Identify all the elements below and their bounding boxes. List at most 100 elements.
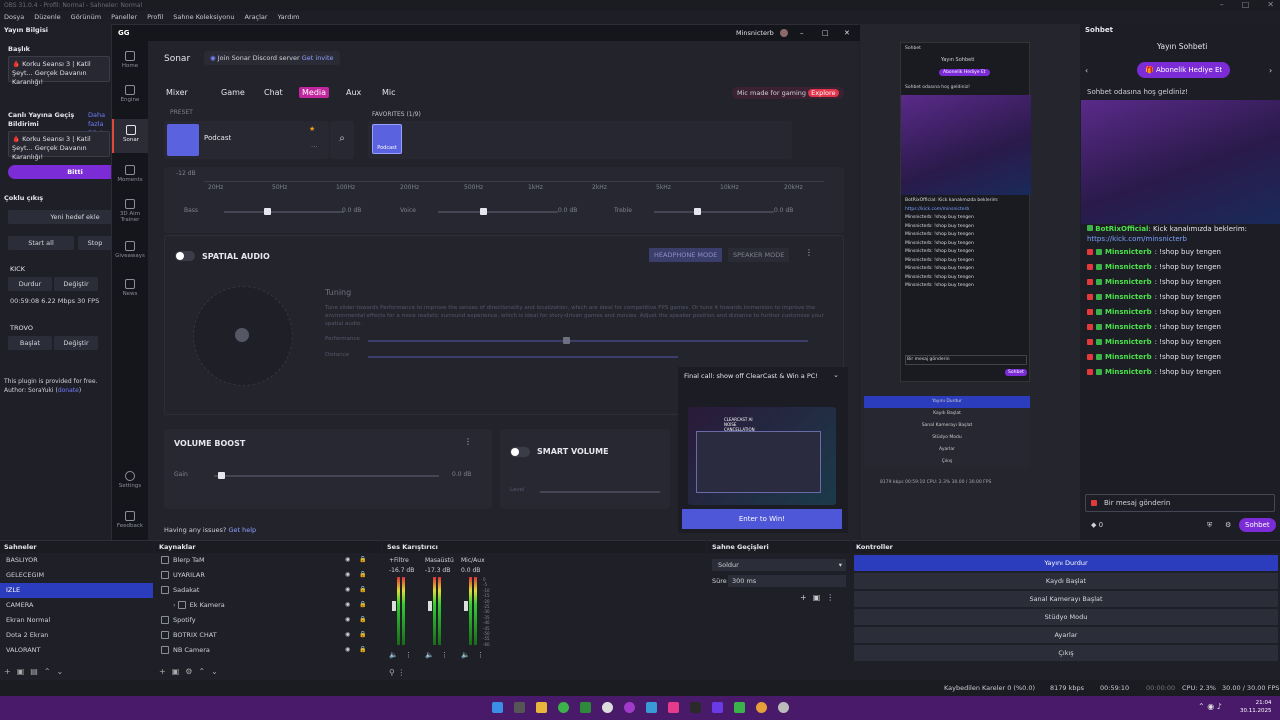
tray-icons[interactable]: ⌃ ◉ ♪ <box>1198 702 1222 711</box>
lock-icon[interactable]: 🔒 <box>359 631 366 638</box>
add-icon[interactable]: + <box>4 667 17 676</box>
source-down-icon[interactable]: ⌄ <box>211 667 224 676</box>
eye-icon[interactable]: ◉ <box>345 586 350 593</box>
sidebar-item-giveaways[interactable]: Giveaways <box>112 241 148 259</box>
notification-field[interactable]: 🩸 Korku Seansı 3 | Katil Şeyt... Gerçek … <box>8 131 110 161</box>
speaker-icon[interactable]: 🔈 <box>389 651 398 659</box>
send-chat-button[interactable]: Sohbet <box>1239 518 1276 532</box>
get-help-link[interactable]: Get help <box>228 526 256 534</box>
preset-card[interactable]: Podcast ★ ··· <box>164 121 329 159</box>
discord-banner[interactable]: ◉ Join Sonar Discord server Get invite <box>204 51 340 65</box>
sidebar-item-settings[interactable]: Settings <box>112 471 148 489</box>
app2-icon[interactable] <box>646 702 657 713</box>
obs-icon[interactable] <box>602 702 613 713</box>
get-invite-link[interactable]: Get invite <box>302 54 334 62</box>
play-icon[interactable] <box>580 702 591 713</box>
source-settings-icon[interactable]: ⚙ <box>185 667 198 676</box>
taskview-icon[interactable] <box>514 702 525 713</box>
chat-input[interactable]: Bir mesaj gönderin <box>1085 494 1275 512</box>
channel-menu-icon[interactable]: ⋮ <box>477 651 484 659</box>
eye-icon[interactable]: ◉ <box>345 601 350 608</box>
trovo-change-button[interactable]: Değiştir <box>54 336 98 350</box>
distance-slider[interactable] <box>368 356 678 358</box>
fader-handle[interactable] <box>392 601 396 611</box>
speaker-icon[interactable]: 🔈 <box>461 651 470 659</box>
scene-item[interactable]: BASLIYOR <box>0 553 153 568</box>
control-button[interactable]: Çıkış <box>854 645 1278 661</box>
add-transition-icon[interactable]: + <box>800 593 813 602</box>
gg-close-icon[interactable]: ✕ <box>844 29 850 37</box>
bass-slider[interactable] <box>224 211 344 213</box>
speaker-mode-button[interactable]: SPEAKER MODE <box>728 248 790 262</box>
clock[interactable]: 21:04 30.11.2025 <box>1240 699 1272 715</box>
remove-source-icon[interactable]: ▣ <box>172 667 186 676</box>
mic-promo[interactable]: Mic made for gaming Explore <box>732 87 844 99</box>
source-item[interactable]: UYARILAR ◉ 🔒 <box>155 568 381 583</box>
up-icon[interactable]: ⌃ <box>44 667 57 676</box>
control-button[interactable]: Kaydı Başlat <box>854 573 1278 589</box>
menu-edit[interactable]: Düzenle <box>34 13 60 21</box>
gift-sub-button[interactable]: 🎁 Abonelik Hediye Et <box>1137 62 1231 78</box>
app8-icon[interactable] <box>778 702 789 713</box>
trash-icon[interactable]: ▣ <box>17 667 31 676</box>
control-button[interactable]: Stüdyo Modu <box>854 609 1278 625</box>
eye-icon[interactable]: ◉ <box>345 571 350 578</box>
lock-icon[interactable]: 🔒 <box>359 646 366 653</box>
settings-gear-icon[interactable]: ⚙ <box>1225 521 1231 529</box>
smart-volume-toggle[interactable] <box>510 447 530 457</box>
enter-to-win-button[interactable]: Enter to Win! <box>682 509 842 529</box>
listener-handle[interactable] <box>235 328 249 342</box>
voice-handle[interactable] <box>480 208 487 215</box>
gain-handle[interactable] <box>218 472 225 479</box>
tab-media[interactable]: Media <box>299 87 330 98</box>
source-item[interactable]: Blerp TaM ◉ 🔒 <box>155 553 381 568</box>
transition-more-icon[interactable]: ⋮ <box>826 593 840 602</box>
lock-icon[interactable]: 🔒 <box>359 556 366 563</box>
eye-icon[interactable]: ◉ <box>345 556 350 563</box>
gain-slider[interactable] <box>214 475 439 477</box>
avatar[interactable] <box>780 29 788 37</box>
app4-icon[interactable] <box>690 702 701 713</box>
scene-item[interactable]: Ekran Normal <box>0 613 153 628</box>
menu-view[interactable]: Görünüm <box>71 13 101 21</box>
shield-icon[interactable]: ⛨ <box>1207 521 1212 530</box>
source-item[interactable]: › Ek Kamera ◉ 🔒 <box>155 598 381 613</box>
voice-slider[interactable] <box>438 211 558 213</box>
app-icon[interactable] <box>624 702 635 713</box>
eye-icon[interactable]: ◉ <box>345 616 350 623</box>
sidebar-item-moments[interactable]: Moments <box>112 165 148 183</box>
more-icon[interactable]: ··· <box>311 143 318 151</box>
spatial-more-icon[interactable]: ⋮ <box>805 248 813 257</box>
chrome-icon[interactable] <box>558 702 569 713</box>
sidebar-item-engine[interactable]: Engine <box>112 85 148 103</box>
tab-mixer[interactable]: Mixer <box>166 88 188 97</box>
scene-item[interactable]: Dota 2 Ekran <box>0 628 153 643</box>
menu-docks[interactable]: Paneller <box>111 13 137 21</box>
chevron-down-icon[interactable]: ⌄ <box>833 371 839 379</box>
menu-help[interactable]: Yardım <box>278 13 300 21</box>
start-all-button[interactable]: Start all <box>8 236 74 250</box>
bass-handle[interactable] <box>264 208 271 215</box>
filter-icon[interactable]: ▤ <box>30 667 44 676</box>
sidebar-item-news[interactable]: News <box>112 279 148 297</box>
fader-handle[interactable] <box>428 601 432 611</box>
source-item[interactable]: Spotify ◉ 🔒 <box>155 613 381 628</box>
favorite-podcast[interactable]: Podcast <box>372 124 402 154</box>
title-field[interactable]: 🩸 Korku Seansı 3 | Katil Şeyt... Gerçek … <box>8 56 110 86</box>
start-icon[interactable] <box>492 702 503 713</box>
donate-link[interactable]: donate <box>58 387 79 394</box>
stop-all-button[interactable]: Stop <box>78 236 112 250</box>
channel-menu-icon[interactable]: ⋮ <box>441 651 448 659</box>
explore-button[interactable]: Explore <box>808 89 839 97</box>
down-icon[interactable]: ⌄ <box>57 667 70 676</box>
close-icon[interactable]: ✕ <box>1267 0 1274 11</box>
add-source-icon[interactable]: + <box>159 667 172 676</box>
menu-tools[interactable]: Araçlar <box>244 13 267 21</box>
control-button[interactable]: Ayarlar <box>854 627 1278 643</box>
headphone-mode-button[interactable]: HEADPHONE MODE <box>649 248 723 262</box>
mixer-link-icon[interactable]: ⚲ ⋮ <box>389 668 405 677</box>
gg-user[interactable]: Minsnicterb <box>736 29 774 37</box>
eye-icon[interactable]: ◉ <box>345 646 350 653</box>
gg-maximize-icon[interactable]: □ <box>822 29 829 37</box>
delete-transition-icon[interactable]: ▣ <box>813 593 827 602</box>
